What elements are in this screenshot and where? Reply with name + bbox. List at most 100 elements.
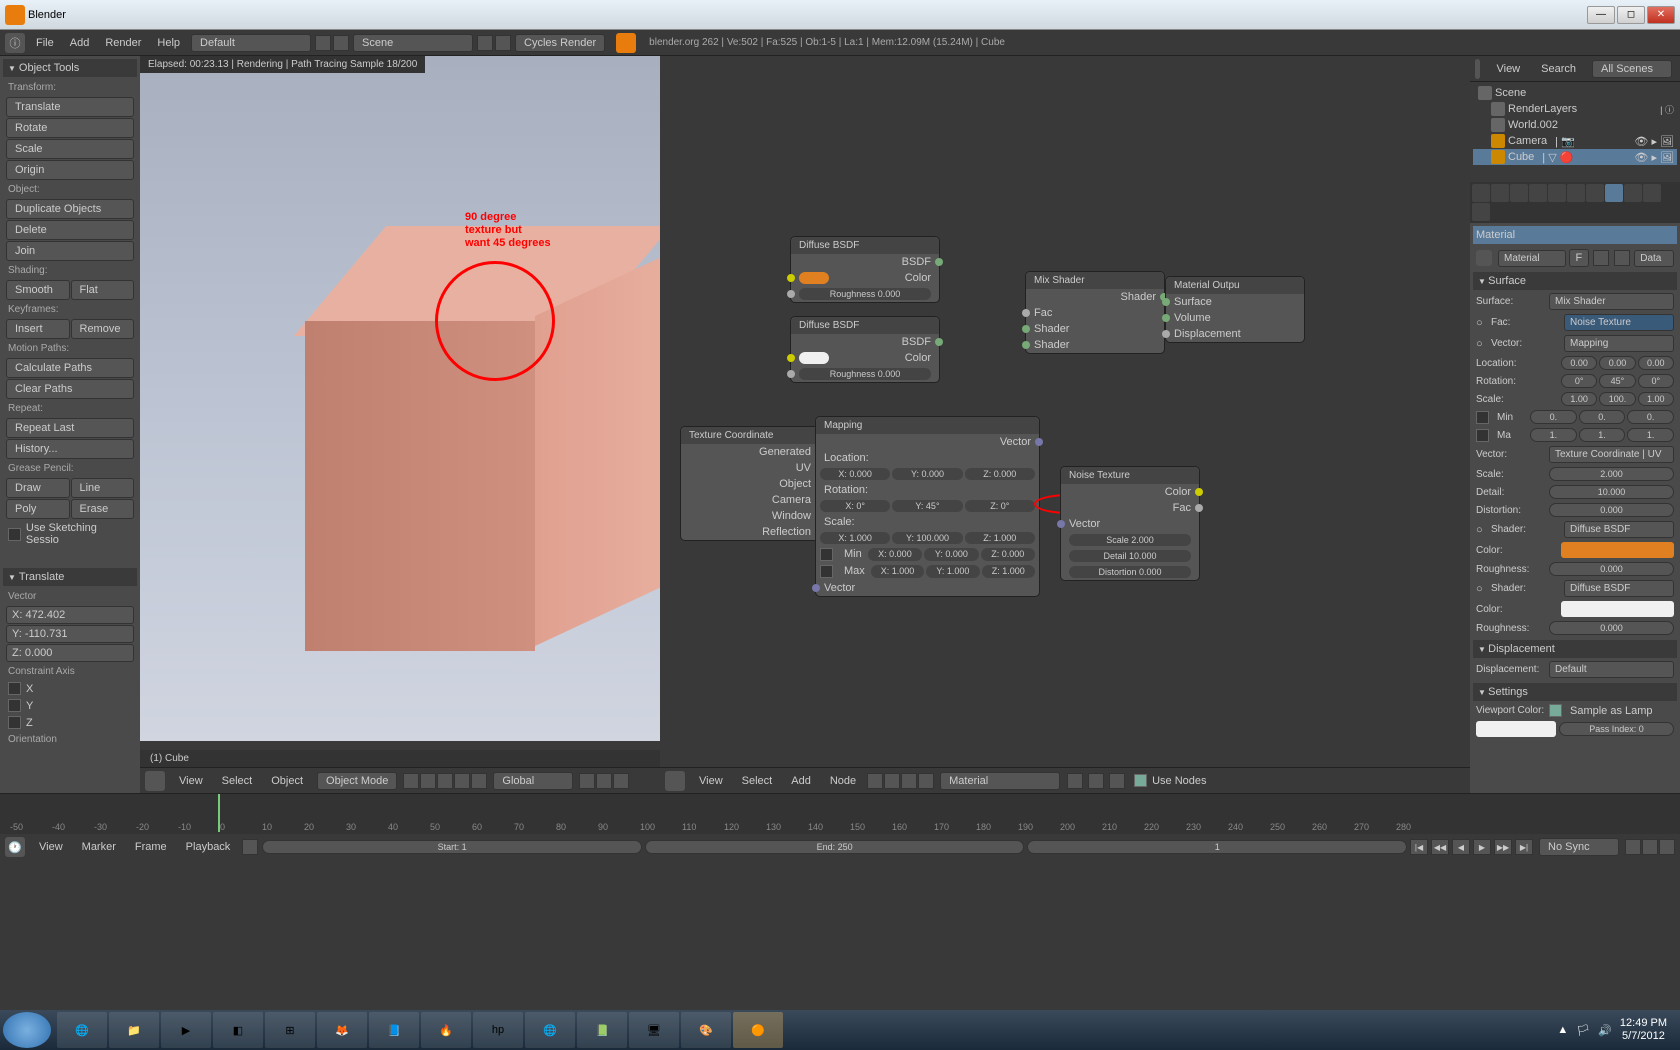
taskbar-app1[interactable]: ◧: [213, 1012, 263, 1048]
jump-end-button[interactable]: ▶|: [1515, 839, 1533, 855]
shader2-dropdown[interactable]: Diffuse BSDF: [1564, 580, 1674, 597]
scale-z[interactable]: 1.00: [1638, 392, 1674, 406]
loc-z[interactable]: 0.00: [1638, 356, 1674, 370]
roughness1-field[interactable]: 0.000: [1549, 562, 1674, 576]
ne-add-mat-icon[interactable]: [1088, 773, 1104, 789]
mix-shader-node[interactable]: Mix Shader Shader Fac Shader Shader: [1025, 271, 1165, 354]
origin-button[interactable]: Origin: [6, 160, 134, 180]
settings-section-header[interactable]: Settings: [1473, 683, 1677, 701]
auto-keyframe-icon[interactable]: [242, 839, 258, 855]
ne-type-icons[interactable]: [867, 773, 934, 789]
scale-y[interactable]: 100.: [1599, 392, 1635, 406]
pass-index-field[interactable]: Pass Index: 0: [1559, 722, 1674, 736]
fake-user-button[interactable]: F: [1569, 249, 1590, 267]
material-tab[interactable]: [1605, 184, 1623, 202]
max-check[interactable]: [1476, 429, 1489, 442]
scale-x[interactable]: 1.00: [1561, 392, 1597, 406]
taskbar-explorer[interactable]: 📁: [109, 1012, 159, 1048]
material-name-field[interactable]: Material: [1498, 250, 1566, 267]
fac-dropdown[interactable]: Noise Texture: [1564, 314, 1674, 331]
tl-playback-menu[interactable]: Playback: [178, 838, 239, 856]
viewport-editor-icon[interactable]: [145, 771, 165, 791]
add-material-icon[interactable]: [1593, 250, 1609, 266]
erase-button[interactable]: Erase: [71, 499, 135, 519]
tl-frame-menu[interactable]: Frame: [127, 838, 175, 856]
taskbar-app3[interactable]: 🦊: [317, 1012, 367, 1048]
outliner[interactable]: Scene RenderLayers| ⓘ World.002 Camera| …: [1470, 82, 1680, 182]
add-layout-icon[interactable]: [315, 35, 331, 51]
tray-volume-icon[interactable]: 🔊: [1598, 1024, 1612, 1037]
roughness2-field[interactable]: 0.000: [1549, 621, 1674, 635]
surface-shader-dropdown[interactable]: Mix Shader: [1549, 293, 1674, 310]
loc-y[interactable]: 0.00: [1599, 356, 1635, 370]
delete-button[interactable]: Delete: [6, 220, 134, 240]
vp-select-menu[interactable]: Select: [214, 772, 261, 790]
scene-tab[interactable]: [1491, 184, 1509, 202]
add-scene-icon[interactable]: [477, 35, 493, 51]
prev-keyframe-button[interactable]: ◀◀: [1431, 839, 1449, 855]
mapping-loc-x[interactable]: X: 0.000: [820, 468, 890, 480]
vp-view-menu[interactable]: View: [171, 772, 211, 790]
particles-tab[interactable]: [1643, 184, 1661, 202]
3d-viewport[interactable]: Elapsed: 00:23.13 | Rendering | Path Tra…: [140, 56, 660, 793]
mapping-rot-y[interactable]: Y: 45°: [892, 500, 962, 512]
render-engine-dropdown[interactable]: Cycles Render: [515, 34, 605, 52]
noise-distortion-field[interactable]: 0.000: [1549, 503, 1674, 517]
noise-scale-field[interactable]: 2.000: [1549, 467, 1674, 481]
noise-detail-field[interactable]: 10.000: [1549, 485, 1674, 499]
remove-material-icon[interactable]: [1614, 250, 1630, 266]
tray-up-icon[interactable]: ▲: [1557, 1024, 1568, 1036]
node-editor-icon[interactable]: [665, 771, 685, 791]
tl-marker-menu[interactable]: Marker: [74, 838, 124, 856]
menu-file[interactable]: File: [28, 34, 62, 52]
timeline-editor[interactable]: -50-40-30-20-100102030405060708090100110…: [0, 793, 1680, 863]
taskbar-app2[interactable]: ⊞: [265, 1012, 315, 1048]
render-tab[interactable]: [1472, 184, 1490, 202]
mapping-node[interactable]: Mapping Vector Location: X: 0.000 Y: 0.0…: [815, 416, 1040, 597]
mapping-scale-z[interactable]: Z: 1.000: [965, 532, 1035, 544]
history-button[interactable]: History...: [6, 439, 134, 459]
ne-select-menu[interactable]: Select: [734, 772, 781, 790]
duplicate-button[interactable]: Duplicate Objects: [6, 199, 134, 219]
mode-dropdown[interactable]: Object Mode: [317, 772, 397, 790]
outliner-camera[interactable]: Camera| 📷👁 ▸ 🖼: [1473, 133, 1677, 149]
mapping-scale-x[interactable]: X: 1.000: [820, 532, 890, 544]
menu-add[interactable]: Add: [62, 34, 98, 52]
displacement-dropdown[interactable]: Default: [1549, 661, 1674, 678]
color1-swatch[interactable]: [1561, 542, 1674, 558]
ne-f-button[interactable]: [1067, 773, 1083, 789]
texture-tab[interactable]: [1624, 184, 1642, 202]
outliner-renderlayers[interactable]: RenderLayers| ⓘ: [1473, 101, 1677, 117]
material-datablock[interactable]: Material: [940, 772, 1060, 790]
timeline-ruler[interactable]: -50-40-30-20-100102030405060708090100110…: [0, 794, 1680, 834]
calc-paths-button[interactable]: Calculate Paths: [6, 358, 134, 378]
poly-button[interactable]: Poly: [6, 499, 70, 519]
constraint-x[interactable]: X: [3, 680, 137, 697]
rot-z[interactable]: 0°: [1638, 374, 1674, 388]
outliner-editor-icon[interactable]: [1475, 59, 1480, 79]
sample-lamp-check[interactable]: [1549, 704, 1562, 717]
ne-add-menu[interactable]: Add: [783, 772, 819, 790]
texture-coordinate-node[interactable]: Texture Coordinate Generated UV Object C…: [680, 426, 820, 541]
join-button[interactable]: Join: [6, 241, 134, 261]
smooth-button[interactable]: Smooth: [6, 280, 70, 300]
taskbar-ie[interactable]: 🌐: [57, 1012, 107, 1048]
current-frame-field[interactable]: 1: [1027, 840, 1407, 854]
menu-help[interactable]: Help: [149, 34, 188, 52]
taskbar-app6[interactable]: 📗: [577, 1012, 627, 1048]
rotate-button[interactable]: Rotate: [6, 118, 134, 138]
noise-texture-node[interactable]: Noise Texture Color Fac Vector Scale 2.0…: [1060, 466, 1200, 581]
vector-dropdown[interactable]: Mapping: [1564, 335, 1674, 352]
translate-z-field[interactable]: Z: 0.000: [6, 644, 134, 662]
outliner-search-menu[interactable]: Search: [1533, 60, 1584, 78]
menu-render[interactable]: Render: [97, 34, 149, 52]
constraint-z[interactable]: Z: [3, 714, 137, 731]
shader1-dropdown[interactable]: Diffuse BSDF: [1564, 521, 1674, 538]
timeline-editor-icon[interactable]: 🕐: [5, 837, 25, 857]
physics-tab[interactable]: [1472, 203, 1490, 221]
taskbar-blender[interactable]: 🟠: [733, 1012, 783, 1048]
rot-y[interactable]: 45°: [1599, 374, 1635, 388]
mapping-max-check[interactable]: [820, 565, 833, 578]
modifiers-tab[interactable]: [1567, 184, 1585, 202]
sketching-checkbox[interactable]: Use Sketching Sessio: [3, 520, 137, 548]
